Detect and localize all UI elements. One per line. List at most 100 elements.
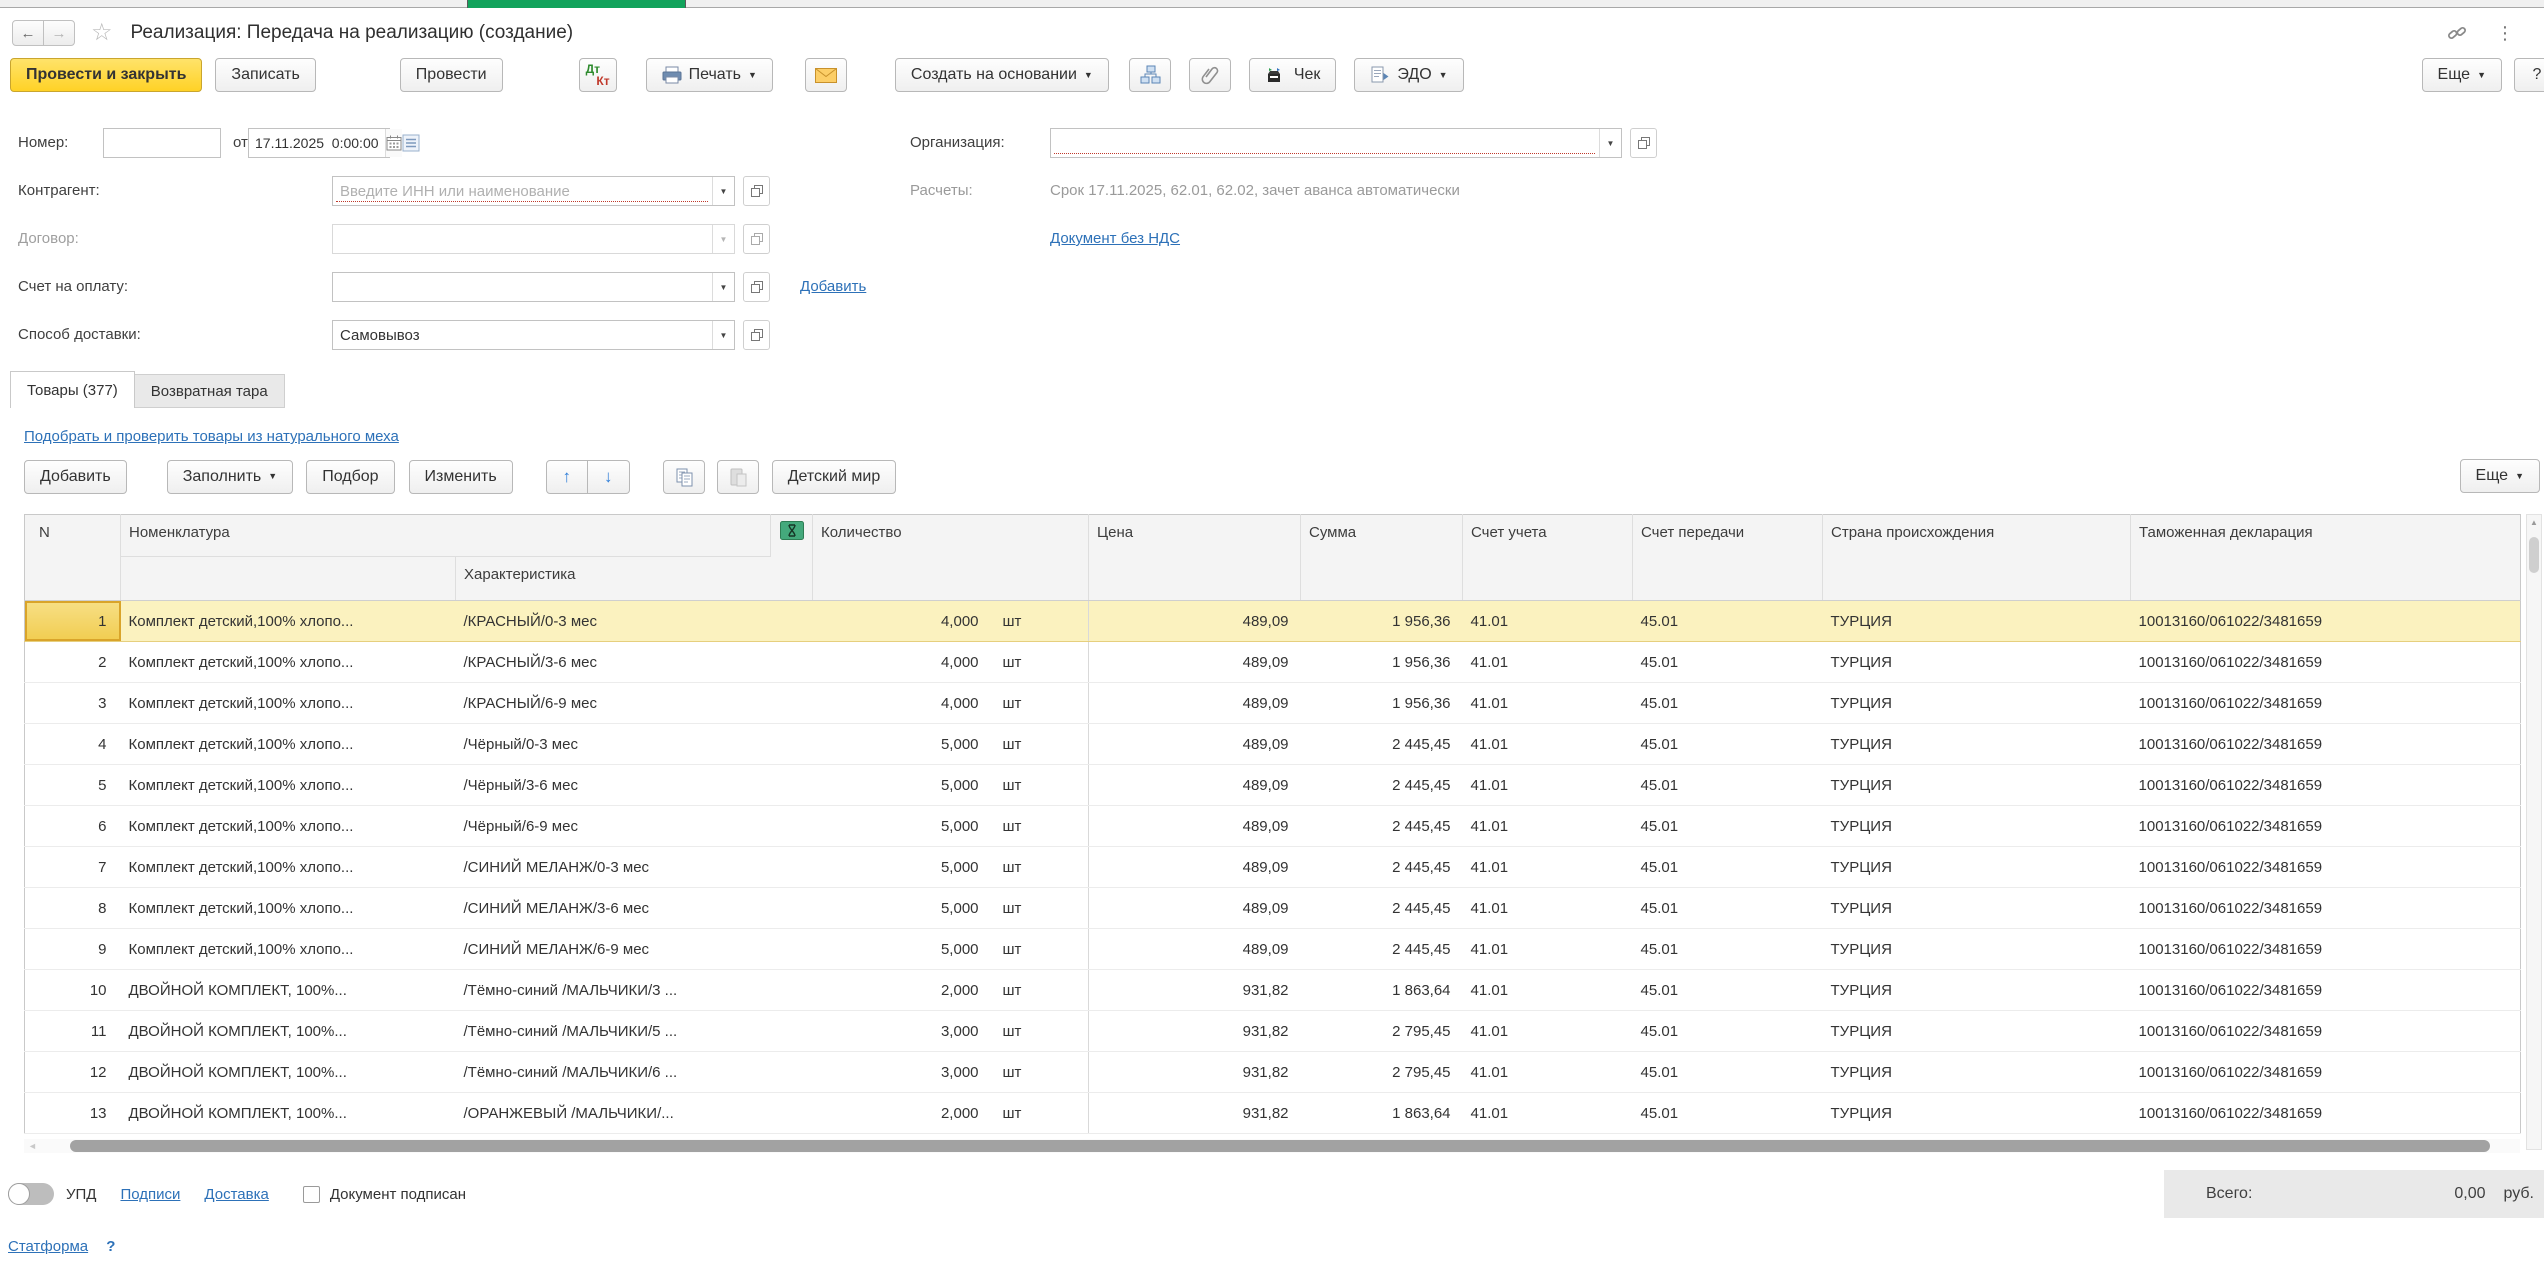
cell-sum[interactable]: 2 445,45 [1301,847,1463,888]
cell-characteristic[interactable]: /Тёмно-синий /МАЛЬЧИКИ/3 ... [456,970,771,1011]
delivery-method-open-button[interactable] [743,320,770,350]
cell-account[interactable]: 41.01 [1463,929,1633,970]
table-row[interactable]: 10ДВОЙНОЙ КОМПЛЕКТ, 100%.../Тёмно-синий … [25,970,2521,1011]
cell-marking[interactable] [771,888,813,929]
invoice-open-button[interactable] [743,272,770,302]
cell-quantity[interactable]: 3,000 [813,1011,991,1052]
cell-n[interactable]: 10 [25,970,121,1011]
cell-quantity[interactable]: 5,000 [813,765,991,806]
cell-quantity[interactable]: 5,000 [813,724,991,765]
cell-account[interactable]: 41.01 [1463,888,1633,929]
cell-quantity[interactable]: 4,000 [813,601,991,642]
cell-quantity[interactable]: 2,000 [813,970,991,1011]
cell-country[interactable]: ТУРЦИЯ [1823,724,2131,765]
cell-n[interactable]: 4 [25,724,121,765]
table-row[interactable]: 7Комплект детский,100% хлопо.../СИНИЙ МЕ… [25,847,2521,888]
cell-sum[interactable]: 2 445,45 [1301,724,1463,765]
cell-sum[interactable]: 1 863,64 [1301,1093,1463,1134]
print-button[interactable]: Печать ▼ [646,58,773,92]
cell-n[interactable]: 2 [25,642,121,683]
table-row[interactable]: 9Комплект детский,100% хлопо.../СИНИЙ МЕ… [25,929,2521,970]
cell-transfer-account[interactable]: 45.01 [1633,642,1823,683]
fur-goods-link[interactable]: Подобрать и проверить товары из натураль… [24,428,399,445]
cell-unit[interactable]: шт [991,724,1089,765]
cell-n[interactable]: 11 [25,1011,121,1052]
receipt-button[interactable]: Чек [1249,58,1337,92]
cell-transfer-account[interactable]: 45.01 [1633,1052,1823,1093]
tab-returnable-packaging[interactable]: Возвратная тара [135,374,285,408]
cell-transfer-account[interactable]: 45.01 [1633,1093,1823,1134]
table-row[interactable]: 1Комплект детский,100% хлопо.../КРАСНЫЙ/… [25,601,2521,642]
invoice-input[interactable] [333,273,712,301]
cell-transfer-account[interactable]: 45.01 [1633,683,1823,724]
cell-n[interactable]: 6 [25,806,121,847]
cell-quantity[interactable]: 4,000 [813,642,991,683]
cell-country[interactable]: ТУРЦИЯ [1823,806,2131,847]
create-on-basis-button[interactable]: Создать на основании ▼ [895,58,1109,92]
cell-unit[interactable]: шт [991,765,1089,806]
cell-transfer-account[interactable]: 45.01 [1633,765,1823,806]
cell-quantity[interactable]: 4,000 [813,683,991,724]
cell-sum[interactable]: 2 445,45 [1301,888,1463,929]
back-button[interactable]: ← [12,20,44,46]
cell-marking[interactable] [771,1093,813,1134]
cell-nomenclature[interactable]: Комплект детский,100% хлопо... [121,683,456,724]
cell-n[interactable]: 12 [25,1052,121,1093]
cell-transfer-account[interactable]: 45.01 [1633,724,1823,765]
statform-help-icon[interactable]: ? [106,1238,115,1255]
cell-price[interactable]: 931,82 [1089,1052,1301,1093]
cell-nomenclature[interactable]: ДВОЙНОЙ КОМПЛЕКТ, 100%... [121,1093,456,1134]
cell-nomenclature[interactable]: ДВОЙНОЙ КОМПЛЕКТ, 100%... [121,970,456,1011]
vertical-scrollbar[interactable]: ▲ [2526,514,2542,1150]
cell-price[interactable]: 489,09 [1089,806,1301,847]
cell-sum[interactable]: 2 795,45 [1301,1052,1463,1093]
cell-price[interactable]: 931,82 [1089,1011,1301,1052]
cell-sum[interactable]: 1 956,36 [1301,601,1463,642]
cell-account[interactable]: 41.01 [1463,601,1633,642]
cell-characteristic[interactable]: /Чёрный/6-9 мес [456,806,771,847]
cell-characteristic[interactable]: /Тёмно-синий /МАЛЬЧИКИ/6 ... [456,1052,771,1093]
cell-account[interactable]: 41.01 [1463,806,1633,847]
counterparty-field[interactable]: ▼ [332,176,735,206]
cell-transfer-account[interactable]: 45.01 [1633,1011,1823,1052]
forward-button[interactable]: → [43,20,75,46]
cell-marking[interactable] [771,765,813,806]
cell-characteristic[interactable]: /КРАСНЫЙ/0-3 мес [456,601,771,642]
scroll-up-icon[interactable]: ▲ [2527,518,2541,527]
cell-declaration[interactable]: 10013160/061022/3481659 [2131,724,2521,765]
cell-transfer-account[interactable]: 45.01 [1633,806,1823,847]
cell-sum[interactable]: 1 956,36 [1301,683,1463,724]
cell-price[interactable]: 489,09 [1089,888,1301,929]
cell-nomenclature[interactable]: Комплект детский,100% хлопо... [121,724,456,765]
chevron-down-icon[interactable]: ▼ [712,177,734,205]
document-list-icon[interactable] [402,134,420,152]
table-row[interactable]: 4Комплект детский,100% хлопо.../Чёрный/0… [25,724,2521,765]
delivery-method-input[interactable] [333,321,712,349]
cell-nomenclature[interactable]: ДВОЙНОЙ КОМПЛЕКТ, 100%... [121,1052,456,1093]
cell-transfer-account[interactable]: 45.01 [1633,601,1823,642]
cell-marking[interactable] [771,1052,813,1093]
statform-link[interactable]: Статформа [8,1238,88,1255]
cell-account[interactable]: 41.01 [1463,970,1633,1011]
cell-declaration[interactable]: 10013160/061022/3481659 [2131,601,2521,642]
cell-unit[interactable]: шт [991,888,1089,929]
cell-marking[interactable] [771,806,813,847]
cell-quantity[interactable]: 5,000 [813,888,991,929]
edo-button[interactable]: ЭДО ▼ [1354,58,1463,92]
cell-quantity[interactable]: 3,000 [813,1052,991,1093]
cell-declaration[interactable]: 10013160/061022/3481659 [2131,765,2521,806]
cell-n[interactable]: 13 [25,1093,121,1134]
upd-toggle[interactable] [8,1183,54,1205]
cell-declaration[interactable]: 10013160/061022/3481659 [2131,929,2521,970]
cell-unit[interactable]: шт [991,683,1089,724]
cell-sum[interactable]: 1 956,36 [1301,642,1463,683]
cell-declaration[interactable]: 10013160/061022/3481659 [2131,683,2521,724]
cell-transfer-account[interactable]: 45.01 [1633,970,1823,1011]
cell-characteristic[interactable]: /Тёмно-синий /МАЛЬЧИКИ/5 ... [456,1011,771,1052]
cell-nomenclature[interactable]: Комплект детский,100% хлопо... [121,929,456,970]
calendar-icon[interactable] [385,129,402,157]
cell-account[interactable]: 41.01 [1463,847,1633,888]
more-button[interactable]: Еще ▼ [2422,58,2502,92]
goods-more-button[interactable]: Еще ▼ [2460,459,2540,493]
cell-unit[interactable]: шт [991,642,1089,683]
